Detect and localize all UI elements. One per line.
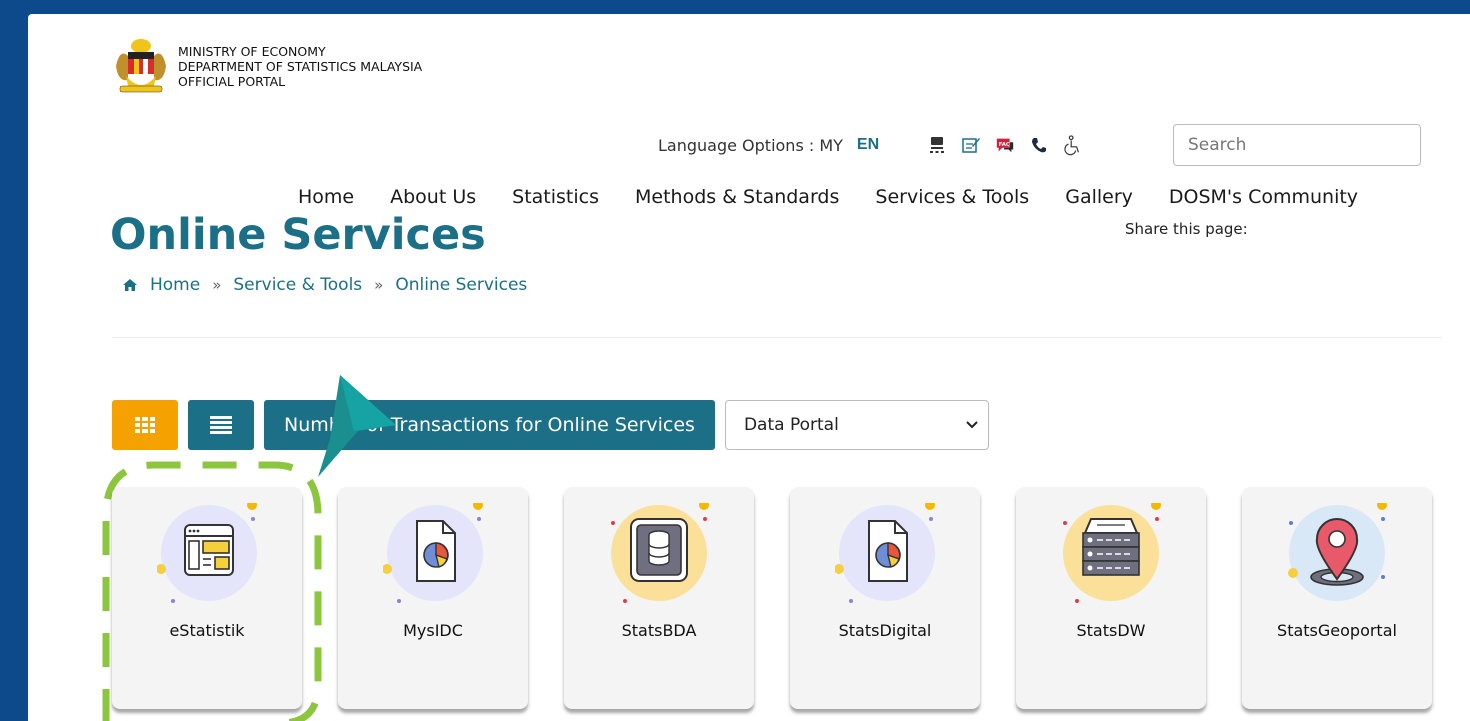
- server-icon: [1061, 500, 1161, 603]
- card-statsgeoportal[interactable]: StatsGeoportal: [1242, 487, 1432, 709]
- service-cards: eStatistik MysIDC StatsBDA StatsDigital …: [112, 487, 1432, 709]
- card-statsdigital[interactable]: StatsDigital: [790, 487, 980, 709]
- utility-icons: FAQ: [927, 135, 1083, 156]
- breadcrumb: Home » Service & Tools » Online Services: [122, 275, 527, 295]
- grid-view-button[interactable]: [112, 400, 178, 450]
- document-chart-icon: [834, 500, 935, 603]
- breadcrumb-online-services[interactable]: Online Services: [395, 275, 527, 295]
- card-label: MysIDC: [403, 621, 463, 640]
- svg-text:FAQ: FAQ: [999, 142, 1011, 148]
- card-mysidc[interactable]: MysIDC: [338, 487, 528, 709]
- share-label: Share this page:: [1125, 220, 1248, 238]
- ministry-line-1: MINISTRY OF ECONOMY: [178, 43, 326, 59]
- card-statsdw[interactable]: StatsDW: [1016, 487, 1206, 709]
- accessibility-icon[interactable]: [1063, 135, 1083, 156]
- nav-methods-standards[interactable]: Methods & Standards: [635, 186, 839, 208]
- list-view-button[interactable]: [188, 400, 254, 450]
- service-select-value: Data Portal: [743, 415, 839, 435]
- breadcrumb-service-tools[interactable]: Service & Tools: [233, 275, 362, 295]
- search-input[interactable]: [1173, 124, 1421, 166]
- page: MINISTRY OF ECONOMY DEPARTMENT OF STATIS…: [28, 14, 1470, 721]
- card-estatistik[interactable]: eStatistik: [112, 487, 302, 709]
- main-nav: Home About Us Statistics Methods & Stand…: [298, 186, 1358, 208]
- nav-services-tools[interactable]: Services & Tools: [875, 186, 1029, 208]
- database-icon: [609, 500, 709, 603]
- location-pin-icon: [1287, 500, 1387, 603]
- card-label: StatsBDA: [621, 621, 697, 640]
- card-label: StatsDigital: [838, 621, 932, 640]
- web-window-icon: [156, 500, 257, 603]
- logo-block[interactable]: MINISTRY OF ECONOMY DEPARTMENT OF STATIS…: [112, 36, 422, 96]
- divider: [112, 337, 1442, 338]
- card-label: StatsGeoportal: [1277, 621, 1397, 640]
- card-label: StatsDW: [1076, 621, 1146, 640]
- pointer-arrow-overlay: [318, 375, 396, 477]
- nav-about-us[interactable]: About Us: [390, 186, 476, 208]
- grid-icon: [135, 417, 155, 433]
- nav-statistics[interactable]: Statistics: [512, 186, 599, 208]
- nav-gallery[interactable]: Gallery: [1065, 186, 1133, 208]
- list-icon: [210, 416, 232, 434]
- feedback-icon[interactable]: [961, 135, 981, 155]
- utility-bar: Language Options : MY EN FAQ: [658, 124, 1083, 166]
- card-label: eStatistik: [169, 621, 245, 640]
- chevron-down-icon: [966, 421, 978, 429]
- nav-dosm-community[interactable]: DOSM's Community: [1169, 186, 1358, 208]
- phone-icon[interactable]: [1029, 135, 1049, 155]
- breadcrumb-home[interactable]: Home: [150, 275, 200, 295]
- nav-home[interactable]: Home: [298, 186, 354, 208]
- card-statsbda[interactable]: StatsBDA: [564, 487, 754, 709]
- ministry-line-3: OFFICIAL PORTAL: [178, 73, 286, 89]
- sitemap-icon[interactable]: [927, 135, 947, 155]
- page-title: Online Services: [110, 210, 486, 260]
- breadcrumb-separator: »: [374, 276, 384, 294]
- faq-icon[interactable]: FAQ: [995, 135, 1015, 155]
- ministry-line-2: DEPARTMENT OF STATISTICS MALAYSIA: [178, 58, 423, 74]
- language-en-link[interactable]: EN: [857, 136, 879, 154]
- service-select[interactable]: Data Portal: [724, 400, 989, 450]
- home-icon: [123, 279, 137, 291]
- document-chart-icon: [382, 500, 483, 603]
- language-label: Language Options : MY: [658, 135, 843, 155]
- ministry-text: MINISTRY OF ECONOMY DEPARTMENT OF STATIS…: [178, 44, 422, 89]
- coat-of-arms-logo: [116, 39, 166, 93]
- toolbar: Number of Transactions for Online Servic…: [112, 400, 989, 450]
- breadcrumb-separator: »: [212, 276, 222, 294]
